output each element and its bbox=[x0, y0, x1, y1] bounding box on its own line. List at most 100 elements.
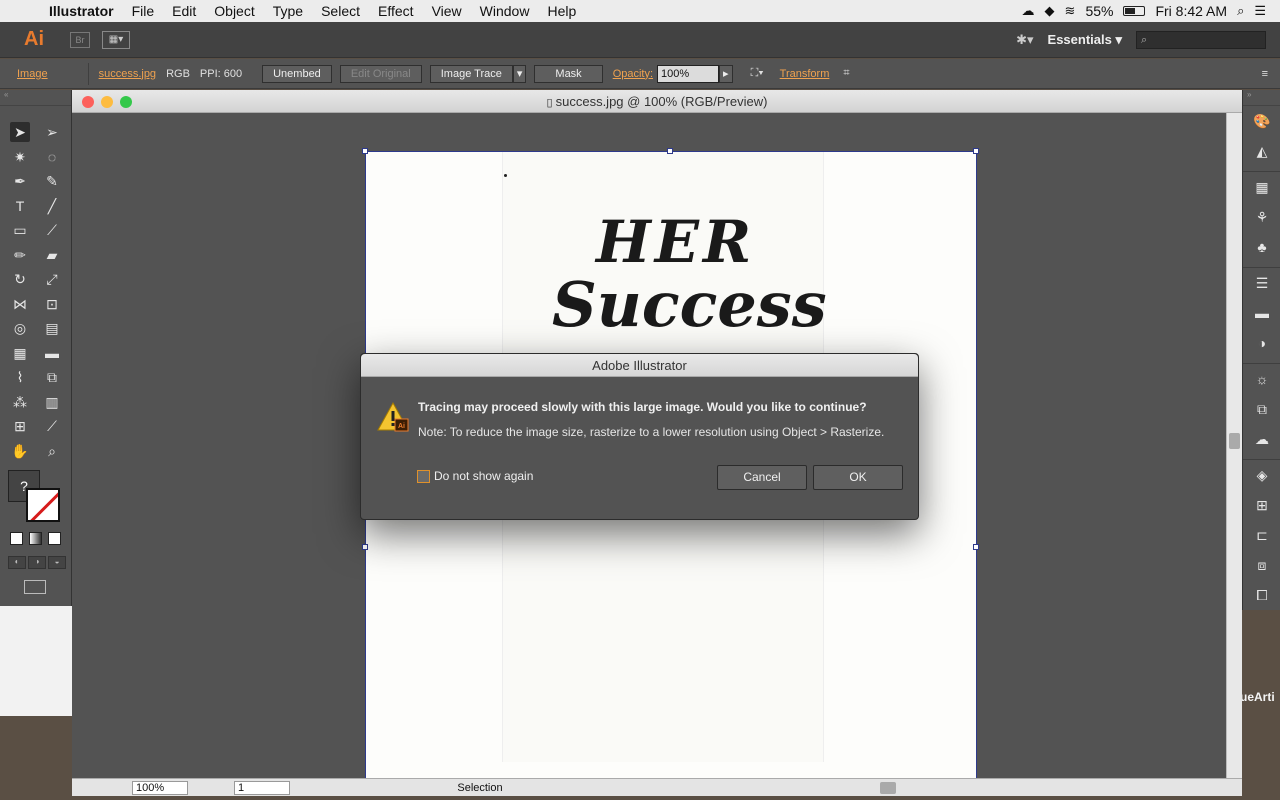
eraser-tool-icon[interactable]: ▰ bbox=[42, 245, 62, 265]
lasso-tool-icon[interactable]: ◌ bbox=[42, 147, 62, 167]
line-segment-tool-icon[interactable]: ╱ bbox=[42, 196, 62, 216]
zoom-window-button[interactable] bbox=[120, 96, 132, 108]
graphic-styles-panel-icon[interactable]: ⧉ bbox=[1243, 394, 1280, 424]
opacity-link[interactable]: Opacity: bbox=[613, 68, 653, 80]
eyedropper-tool-icon[interactable]: ⌇ bbox=[10, 367, 30, 387]
menu-select[interactable]: Select bbox=[312, 0, 369, 22]
object-type-link[interactable]: Image bbox=[17, 68, 48, 80]
pathfinder-panel-icon[interactable]: ⧈ bbox=[1243, 550, 1280, 580]
stroke-swatch[interactable] bbox=[26, 488, 60, 522]
draw-normal-icon[interactable]: ◐ bbox=[8, 556, 26, 569]
horizontal-scroll-thumb[interactable] bbox=[880, 781, 896, 794]
column-graph-tool-icon[interactable]: ▥ bbox=[42, 392, 62, 412]
spotlight-search-icon[interactable]: ⌕ bbox=[1237, 3, 1244, 19]
slice-tool-icon[interactable]: ⟋ bbox=[42, 416, 62, 436]
ok-button[interactable]: OK bbox=[813, 465, 903, 490]
tracing-presets-dropdown[interactable]: ▾ bbox=[512, 64, 527, 83]
rectangle-tool-icon[interactable]: ▭ bbox=[10, 220, 30, 240]
transform-link[interactable]: Transform bbox=[780, 68, 830, 80]
document-title-bar[interactable]: ▯ success.jpg @ 100% (RGB/Preview) bbox=[72, 90, 1242, 113]
workspace-switcher[interactable]: Essentials ▾ bbox=[1048, 32, 1122, 48]
pen-tool-icon[interactable]: ✒ bbox=[10, 171, 30, 191]
magic-wand-tool-icon[interactable]: ✷ bbox=[10, 147, 30, 167]
help-search-input[interactable]: ⌕ bbox=[1136, 30, 1266, 49]
rotate-tool-icon[interactable]: ↻ bbox=[10, 269, 30, 289]
artboards-panel-icon[interactable]: ⊞ bbox=[1243, 490, 1280, 520]
menu-help[interactable]: Help bbox=[538, 0, 585, 22]
image-trace-button[interactable]: Image Trace bbox=[429, 64, 513, 83]
selection-tool-icon[interactable]: ➤ bbox=[10, 122, 30, 143]
gradient-tool-icon[interactable]: ▬ bbox=[42, 343, 62, 363]
free-transform-tool-icon[interactable]: ⊡ bbox=[42, 294, 62, 314]
draw-behind-icon[interactable]: ◑ bbox=[28, 556, 46, 569]
selection-handle[interactable] bbox=[973, 544, 979, 550]
selection-handle[interactable] bbox=[362, 544, 368, 550]
minimize-window-button[interactable] bbox=[101, 96, 113, 108]
notification-center-icon[interactable]: ☰ bbox=[1254, 3, 1266, 19]
menu-app-illustrator[interactable]: Illustrator bbox=[40, 0, 123, 22]
transparency-panel-icon[interactable]: ◑ bbox=[1243, 328, 1280, 358]
none-button[interactable] bbox=[48, 532, 61, 545]
arrange-documents-button[interactable]: ▦▾ bbox=[102, 30, 130, 49]
creative-cloud-icon[interactable]: ☁ bbox=[1022, 3, 1035, 19]
hand-tool-icon[interactable]: ✋ bbox=[10, 441, 30, 461]
menu-effect[interactable]: Effect bbox=[369, 0, 423, 22]
control-panel-menu-icon[interactable]: ≡ bbox=[1262, 68, 1268, 80]
layers-panel-icon[interactable]: ◈ bbox=[1243, 460, 1280, 490]
menu-type[interactable]: Type bbox=[264, 0, 312, 22]
edit-original-button[interactable]: Edit Original bbox=[339, 64, 422, 83]
transform-panel-icon[interactable]: ⧠ bbox=[1243, 580, 1280, 610]
unembed-button[interactable]: Unembed bbox=[262, 64, 332, 83]
vertical-scrollbar[interactable] bbox=[1226, 113, 1242, 778]
artboard-tool-icon[interactable]: ⊞ bbox=[10, 416, 30, 436]
menu-edit[interactable]: Edit bbox=[163, 0, 205, 22]
do-not-show-again-checkbox[interactable]: Do not show again bbox=[417, 469, 533, 483]
battery-icon[interactable] bbox=[1123, 6, 1146, 16]
symbols-panel-icon[interactable]: ♣ bbox=[1243, 232, 1280, 262]
swatches-panel-icon[interactable]: ▦ bbox=[1243, 172, 1280, 202]
mesh-tool-icon[interactable]: ▦ bbox=[10, 343, 30, 363]
shape-builder-tool-icon[interactable]: ◎ bbox=[10, 318, 30, 338]
zoom-tool-icon[interactable]: ⌕ bbox=[42, 441, 62, 461]
menu-window[interactable]: Window bbox=[471, 0, 539, 22]
appearance-panel-icon[interactable]: ☼ bbox=[1243, 364, 1280, 394]
dropbox-icon[interactable]: ◆ bbox=[1045, 3, 1055, 19]
scale-tool-icon[interactable]: ⤢ bbox=[42, 269, 62, 289]
gradient-panel-icon[interactable]: ▬ bbox=[1243, 298, 1280, 328]
draw-inside-icon[interactable]: ◒ bbox=[48, 556, 66, 569]
stroke-panel-icon[interactable]: ☰ bbox=[1243, 268, 1280, 298]
blend-tool-icon[interactable]: ⧉ bbox=[42, 367, 62, 387]
color-panel-icon[interactable]: 🎨 bbox=[1243, 106, 1280, 136]
wifi-icon[interactable]: ≋ bbox=[1065, 3, 1076, 19]
align-to-icon[interactable]: ⛶▾ bbox=[751, 67, 764, 80]
selection-handle[interactable] bbox=[973, 148, 979, 154]
color-guide-icon[interactable]: ◭ bbox=[1243, 136, 1280, 166]
close-window-button[interactable] bbox=[82, 96, 94, 108]
zoom-level-field[interactable]: 100% bbox=[132, 780, 188, 795]
menu-view[interactable]: View bbox=[423, 0, 471, 22]
artboard-number-field[interactable]: 1 bbox=[234, 780, 290, 795]
linked-file-link[interactable]: success.jpg bbox=[99, 68, 156, 80]
checkbox-box[interactable] bbox=[417, 469, 430, 483]
mask-button[interactable]: Mask bbox=[534, 64, 603, 83]
selection-handle[interactable] bbox=[362, 148, 368, 154]
tools-panel-grip[interactable]: « bbox=[0, 90, 71, 106]
menu-file[interactable]: File bbox=[123, 0, 164, 22]
status-readout[interactable]: Selection bbox=[410, 782, 550, 794]
clock[interactable]: Fri 8:42 AM bbox=[1155, 3, 1227, 19]
vertical-scroll-thumb[interactable] bbox=[1229, 433, 1240, 449]
battery-percent[interactable]: 55% bbox=[1085, 3, 1113, 19]
width-tool-icon[interactable]: ⋈ bbox=[10, 294, 30, 314]
pencil-tool-icon[interactable]: ✏ bbox=[10, 245, 30, 265]
screen-mode-icon[interactable] bbox=[24, 580, 46, 594]
dock-grip[interactable]: » bbox=[1243, 90, 1280, 106]
brushes-panel-icon[interactable]: ⚘ bbox=[1243, 202, 1280, 232]
isolate-object-icon[interactable]: ⌗ bbox=[843, 67, 849, 80]
cancel-button[interactable]: Cancel bbox=[717, 465, 807, 490]
paintbrush-tool-icon[interactable]: ⟋ bbox=[42, 220, 62, 240]
bridge-button[interactable]: Br bbox=[70, 31, 90, 48]
libraries-panel-icon[interactable]: ☁ bbox=[1243, 424, 1280, 454]
opacity-arrow-button[interactable]: ▸ bbox=[719, 64, 733, 83]
opacity-input[interactable]: 100% bbox=[657, 64, 720, 83]
perspective-grid-tool-icon[interactable]: ▤ bbox=[42, 318, 62, 338]
